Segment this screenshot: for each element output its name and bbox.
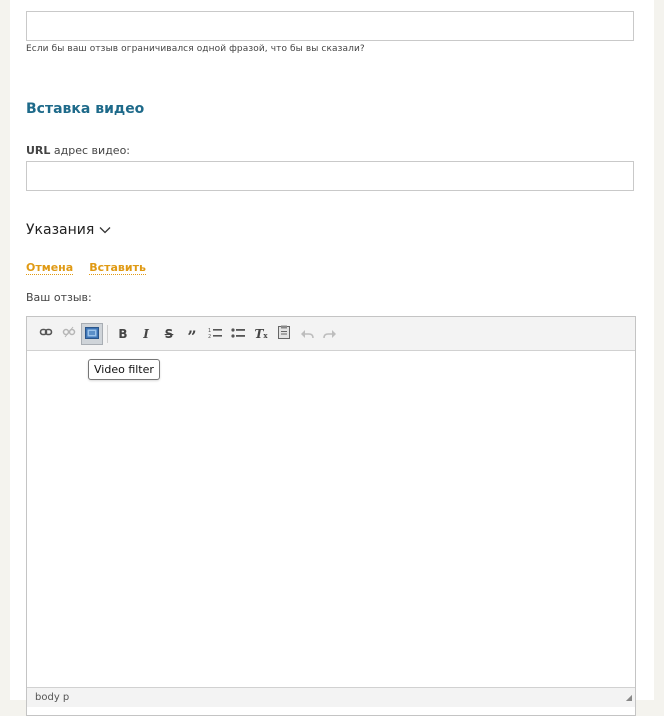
video-url-input[interactable] <box>26 161 634 191</box>
chevron-down-icon <box>99 226 111 234</box>
resize-grip-icon[interactable]: ◢ <box>626 693 632 702</box>
toolbar-separator <box>107 324 108 343</box>
undo-icon <box>300 324 314 343</box>
paste-text-icon <box>278 324 290 343</box>
bulleted-list-button[interactable] <box>227 323 249 345</box>
undo-button[interactable] <box>296 323 318 345</box>
editor-toolbar: B I S ” 12 Tx <box>27 317 635 351</box>
link-icon <box>39 324 53 343</box>
redo-icon <box>323 324 337 343</box>
remove-format-icon: Tx <box>254 326 268 341</box>
video-filter-button[interactable] <box>81 322 103 345</box>
strikethrough-button[interactable]: S <box>158 323 180 345</box>
video-url-label-rest: адрес видео: <box>50 144 130 157</box>
guidance-label: Указания <box>26 222 95 238</box>
editor-content-area[interactable] <box>27 351 635 687</box>
numbered-list-button[interactable]: 12 <box>204 323 226 345</box>
video-actions: Отмена Вставить <box>26 261 146 275</box>
video-section-title: Вставка видео <box>26 101 145 117</box>
video-url-label-prefix: URL <box>26 144 51 157</box>
svg-text:2: 2 <box>208 334 211 339</box>
italic-icon: I <box>143 326 149 341</box>
strikethrough-icon: S <box>164 326 174 341</box>
summary-input[interactable] <box>26 11 634 41</box>
editor-status-path: body p <box>27 687 635 707</box>
unlink-button[interactable] <box>58 323 80 345</box>
bold-icon: B <box>118 326 128 341</box>
unlink-icon <box>62 324 76 343</box>
italic-button[interactable]: I <box>135 323 157 345</box>
paste-text-button[interactable] <box>273 323 295 345</box>
redo-button[interactable] <box>319 323 341 345</box>
review-label: Ваш отзыв: <box>26 291 92 304</box>
blockquote-icon: ” <box>187 326 197 346</box>
guidance-toggle[interactable]: Указания <box>26 222 111 238</box>
remove-format-button[interactable]: Tx <box>250 323 272 345</box>
rich-text-editor[interactable]: B I S ” 12 Tx Video filter body p ◢ <box>26 316 636 716</box>
insert-link[interactable]: Вставить <box>89 261 146 275</box>
video-filter-icon <box>85 324 99 343</box>
video-url-label: URL адрес видео: <box>26 144 130 157</box>
bold-button[interactable]: B <box>112 323 134 345</box>
bulleted-list-icon <box>231 324 245 343</box>
summary-hint: Если бы ваш отзыв ограничивался одной фр… <box>26 44 365 54</box>
link-button[interactable] <box>35 323 57 345</box>
numbered-list-icon: 12 <box>208 324 222 343</box>
blockquote-button[interactable]: ” <box>181 323 203 345</box>
cancel-link[interactable]: Отмена <box>26 261 74 275</box>
form-panel: Если бы ваш отзыв ограничивался одной фр… <box>10 0 654 716</box>
